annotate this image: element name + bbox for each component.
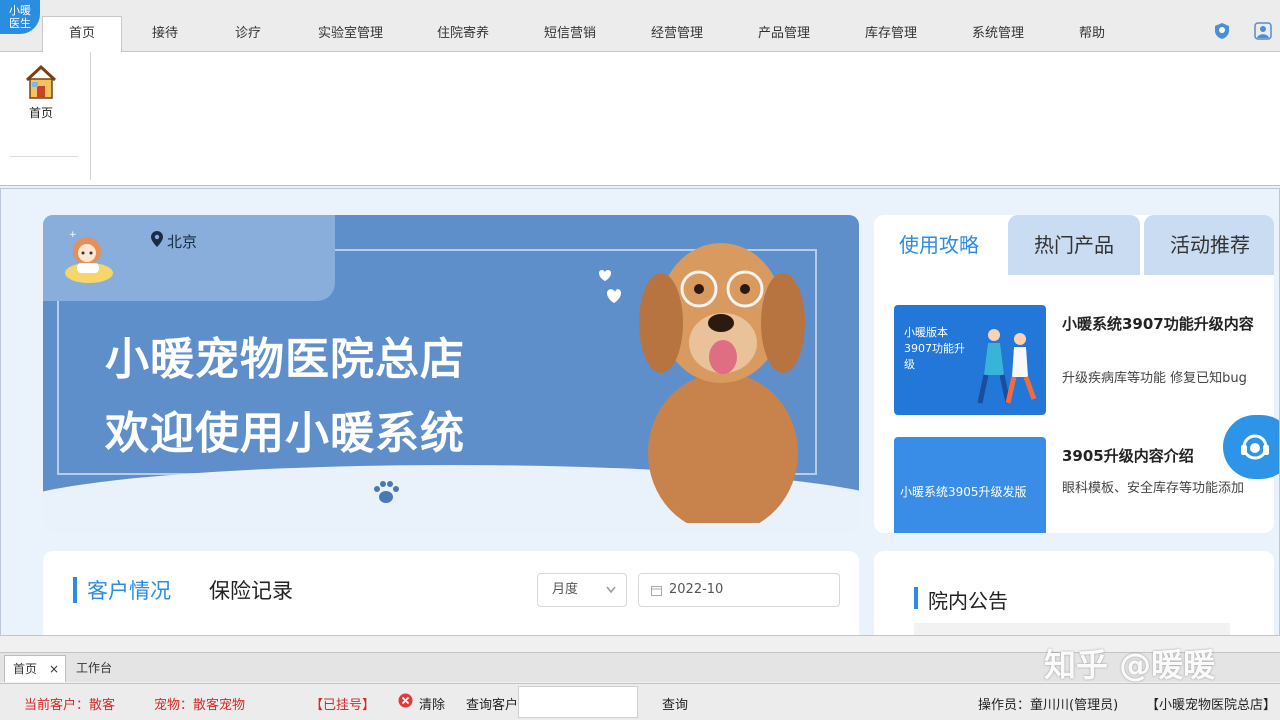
dog-image [639, 243, 805, 523]
tab-customer-status[interactable]: 客户情况 [87, 575, 171, 605]
people-illustration-icon [977, 329, 1037, 404]
section-accent-bar [914, 587, 918, 609]
current-customer: 当前客户：散客 [24, 698, 116, 713]
card-image-3905[interactable]: 小暖系统3905升级发版 [894, 437, 1046, 533]
status-bar: 当前客户：散客 宠物：散客宠物 【已挂号】 清除 查询客户 查询 操作员：童川川… [0, 683, 1280, 720]
paw-icon [374, 481, 399, 503]
menu-tab-system[interactable]: 系统管理 [972, 22, 1024, 46]
period-select[interactable]: 月度 [537, 573, 627, 607]
tab-usage-guide[interactable]: 使用攻略 [874, 215, 1004, 275]
query-customer-label: 查询客户 [466, 698, 519, 713]
date-picker[interactable]: 2022-10 [638, 573, 840, 607]
menu-tab-sms[interactable]: 短信营销 [544, 22, 596, 46]
menu-tab-diagnosis[interactable]: 诊疗 [235, 22, 261, 46]
store-name: 【小暖宠物医院总店】 [1146, 698, 1277, 713]
card-image-text: 小暖系统3905升级发版 [900, 485, 1027, 499]
guide-panel: 使用攻略 热门产品 活动推荐 小暖版本3907功能升级 小暖系统3907功能升级… [874, 215, 1274, 533]
menu-tab-lab[interactable]: 实验室管理 [318, 22, 383, 46]
calendar-icon [651, 586, 662, 596]
customer-search-input[interactable] [518, 686, 638, 718]
home-icon [25, 64, 57, 99]
customer-service-button[interactable] [1223, 415, 1279, 479]
menu-tab-help[interactable]: 帮助 [1079, 22, 1105, 46]
card-desc-3907: 升级疾病库等功能 修复已知bug [1062, 371, 1247, 386]
operator-info: 操作员：童川川(管理员) [978, 698, 1119, 713]
registration-status: 【已挂号】 [310, 698, 376, 713]
astronaut-mascot-icon: + [65, 230, 113, 283]
close-icon[interactable]: × [49, 656, 59, 682]
doc-tab-home-label: 首页 [13, 662, 38, 676]
card-title-3907[interactable]: 小暖系统3907功能升级内容 [1062, 313, 1262, 335]
notice-list-area [914, 623, 1230, 635]
tab-insurance-records[interactable]: 保险记录 [209, 575, 293, 605]
menu-tab-inventory[interactable]: 库存管理 [865, 22, 917, 46]
notice-title: 院内公告 [928, 589, 1008, 613]
banner-subtitle: 欢迎使用小暖系统 [105, 408, 465, 459]
date-value: 2022-10 [669, 582, 724, 597]
ribbon-divider [10, 156, 78, 157]
chevron-down-icon [606, 586, 616, 594]
banner-title: 小暖宠物医院总店 [105, 334, 465, 385]
watermark: 知乎 @暖暖 [1044, 646, 1216, 684]
welcome-banner: + 北京 小暖宠物医院总店 欢迎使用小暖系统 [43, 215, 859, 533]
tab-hot-products[interactable]: 热门产品 [1008, 215, 1140, 275]
tab-event-recommend[interactable]: 活动推荐 [1144, 215, 1274, 275]
main-content: + 北京 小暖宠物医院总店 欢迎使用小暖系统 使用攻略 热门产品 活动推荐 小暖… [0, 188, 1280, 636]
customer-section: 客户情况 保险记录 月度 2022-10 [43, 551, 859, 635]
heart-icon [599, 270, 621, 303]
current-pet: 宠物：散客宠物 [154, 698, 246, 713]
clear-button[interactable]: 清除 [419, 694, 445, 713]
notice-section: 院内公告 [874, 551, 1274, 635]
period-select-value: 月度 [552, 582, 579, 597]
ribbon-separator [90, 52, 91, 180]
user-icon[interactable] [1254, 22, 1272, 40]
query-button[interactable]: 查询 [662, 694, 688, 713]
card-image-text: 小暖版本3907功能升级 [904, 326, 965, 371]
location-pin-icon [151, 231, 163, 247]
menu-tab-business[interactable]: 经营管理 [651, 22, 703, 46]
banner-location: 北京 [167, 233, 198, 251]
app-logo: 小暖 医生 [0, 0, 40, 34]
section-accent-bar [73, 577, 77, 603]
ribbon-toolbar: 首页 [0, 52, 1280, 186]
menu-tab-home[interactable]: 首页 [42, 16, 122, 53]
headset-icon [1241, 434, 1269, 460]
ribbon-home-button[interactable]: 首页 [10, 62, 72, 132]
card-image-3907[interactable]: 小暖版本3907功能升级 [894, 305, 1046, 415]
svg-text:+: + [69, 230, 77, 240]
logo-line2: 医生 [9, 17, 31, 30]
doc-tab-home[interactable]: 首页 × [4, 655, 66, 682]
top-menubar: 小暖 医生 首页 接待 诊疗 实验室管理 住院寄养 短信营销 经营管理 产品管理… [0, 0, 1280, 53]
shield-icon[interactable] [1213, 22, 1231, 40]
ribbon-home-label: 首页 [28, 106, 53, 120]
logo-line1: 小暖 [9, 4, 31, 17]
menu-tab-products[interactable]: 产品管理 [758, 22, 810, 46]
doc-tab-workbench[interactable]: 工作台 [68, 655, 120, 682]
card-desc-3905: 眼科模板、安全库存等功能添加 [1062, 481, 1245, 496]
clear-icon[interactable] [398, 693, 413, 708]
menu-tab-reception[interactable]: 接待 [152, 22, 178, 46]
menu-tab-hospitalization[interactable]: 住院寄养 [437, 22, 489, 46]
